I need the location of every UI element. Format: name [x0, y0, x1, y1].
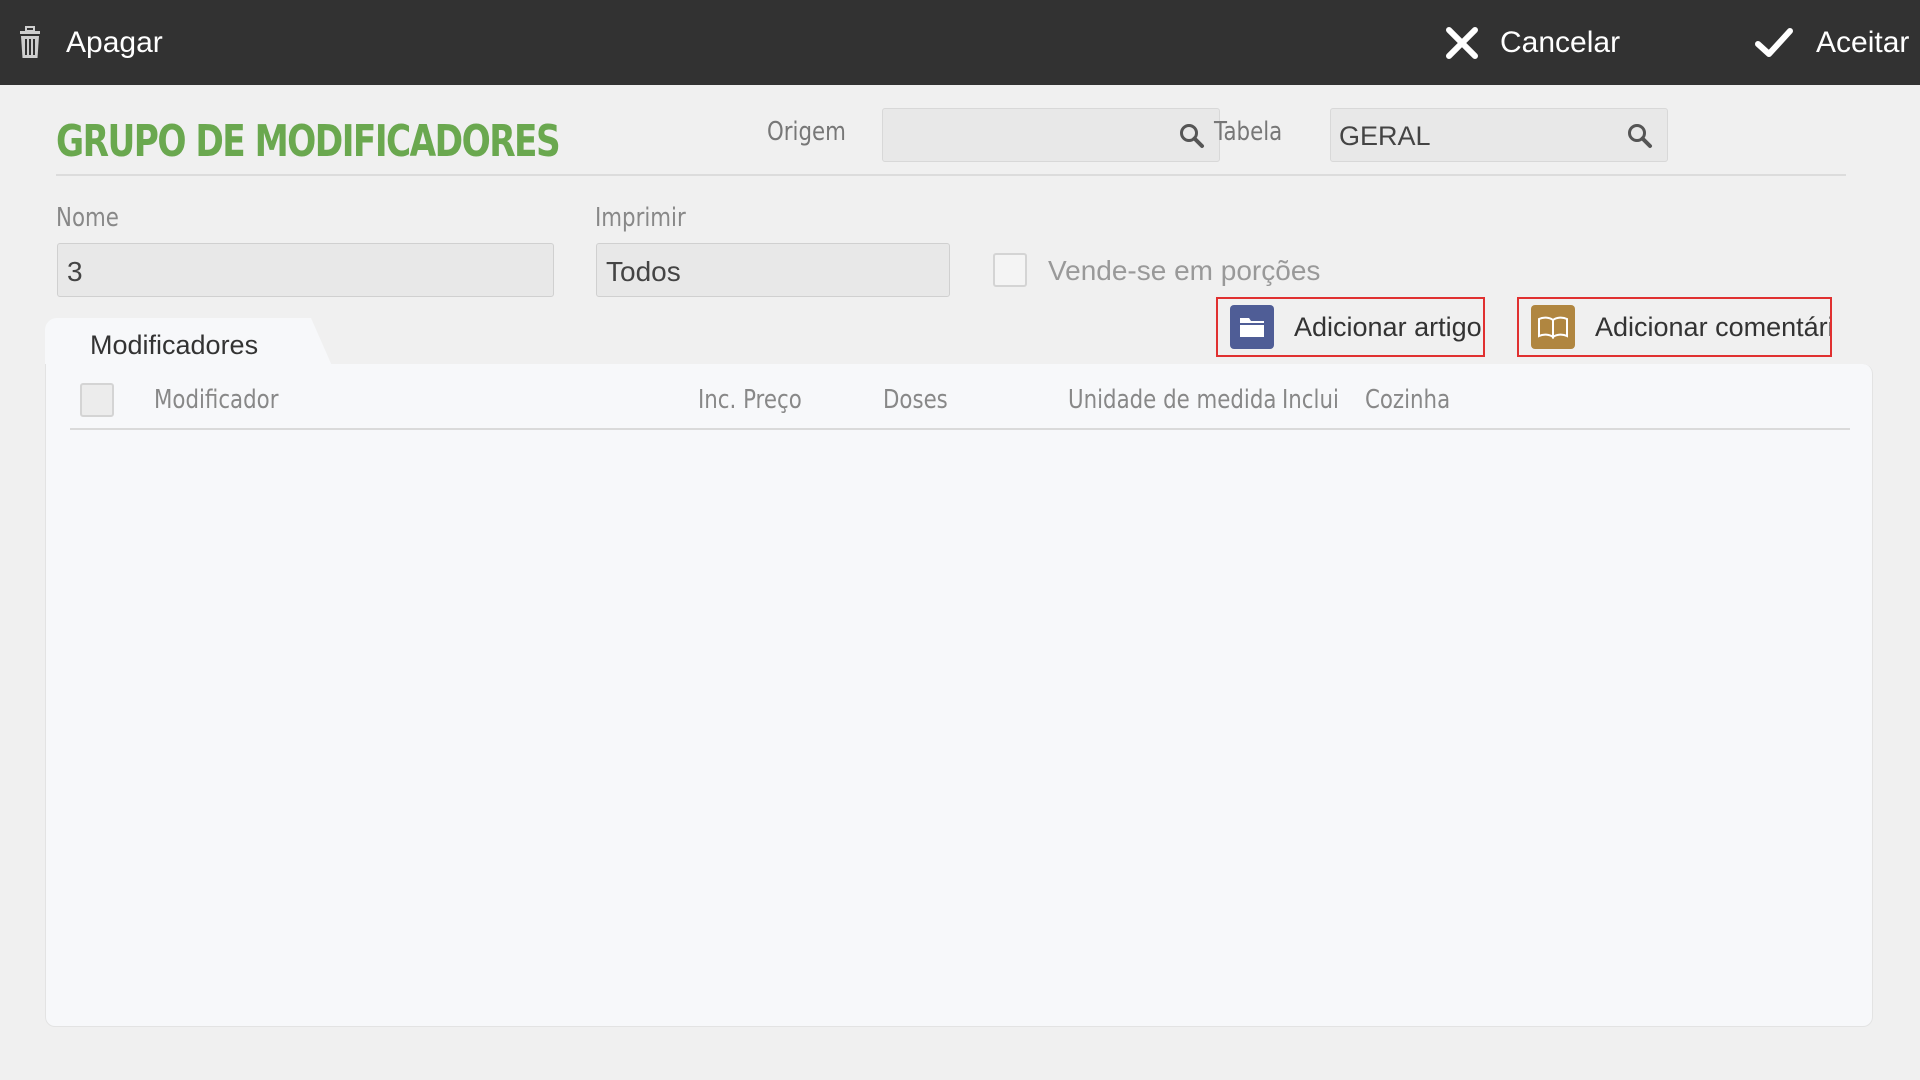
tabela-value: GERAL	[1339, 121, 1431, 151]
add-comment-label: Adicionar comentári	[1595, 311, 1832, 342]
checkmark-icon	[1754, 25, 1794, 61]
close-icon	[1444, 25, 1480, 61]
add-article-label: Adicionar artigo	[1294, 311, 1482, 342]
imprimir-select[interactable]: Todos	[596, 243, 950, 297]
tab-modificadores[interactable]: Modificadores	[45, 318, 333, 368]
modifiers-panel	[45, 364, 1873, 1027]
origem-label: Origem	[767, 117, 846, 147]
tab-label: Modificadores	[90, 330, 259, 360]
cancel-label: Cancelar	[1500, 25, 1621, 59]
trash-icon	[14, 23, 46, 63]
page-title: GRUPO DE MODIFICADORES	[56, 116, 561, 167]
tabela-label: Tabela	[1214, 117, 1283, 147]
top-toolbar: Apagar Cancelar Aceitar	[0, 0, 1920, 85]
header-divider	[56, 174, 1846, 176]
select-all-checkbox[interactable]	[80, 383, 114, 417]
porcoes-label: Vende-se em porções	[1048, 255, 1321, 286]
add-comment-button[interactable]: Adicionar comentári	[1517, 297, 1832, 357]
column-header-cozinha[interactable]: Cozinha	[1365, 385, 1450, 415]
add-article-button[interactable]: Adicionar artigo	[1216, 297, 1485, 357]
column-header-unidade[interactable]: Unidade de medida	[1068, 385, 1276, 415]
imprimir-label: Imprimir	[595, 203, 686, 233]
nome-input[interactable]: 3	[57, 243, 554, 297]
delete-label: Apagar	[66, 25, 163, 59]
column-header-modificador[interactable]: Modificador	[154, 385, 278, 415]
imprimir-value: Todos	[606, 256, 681, 287]
table-header: Modificador Inc. Preço Doses Unidade de …	[70, 370, 1850, 430]
tabela-search-field[interactable]: GERAL	[1330, 108, 1668, 162]
delete-button[interactable]: Apagar	[14, 0, 163, 85]
column-header-doses[interactable]: Doses	[883, 385, 948, 415]
folder-icon	[1230, 305, 1274, 349]
nome-value: 3	[67, 256, 83, 287]
cancel-button[interactable]: Cancelar	[1444, 0, 1620, 85]
nome-label: Nome	[56, 203, 119, 233]
accept-label: Aceitar	[1816, 25, 1910, 59]
origem-search-field[interactable]	[882, 108, 1220, 162]
accept-button[interactable]: Aceitar	[1754, 0, 1909, 85]
book-icon	[1531, 305, 1575, 349]
porcoes-checkbox[interactable]	[993, 253, 1027, 287]
column-header-inc-preco[interactable]: Inc. Preço	[698, 385, 802, 415]
search-icon[interactable]	[1627, 123, 1653, 149]
column-header-inclui[interactable]: Inclui	[1282, 385, 1339, 415]
search-icon[interactable]	[1179, 123, 1205, 149]
